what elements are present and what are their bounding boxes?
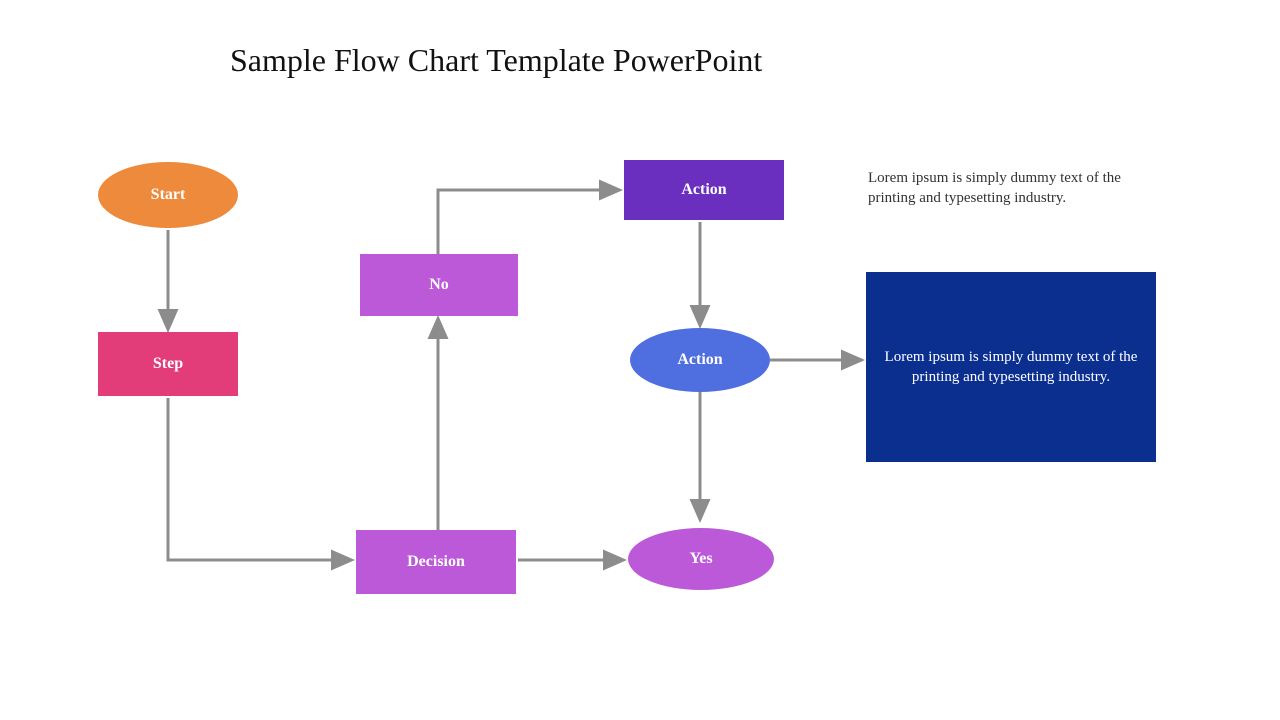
node-action-2-label: Action — [677, 349, 722, 371]
node-decision: Decision — [356, 530, 516, 594]
info-box: Lorem ipsum is simply dummy text of the … — [866, 272, 1156, 462]
node-decision-label: Decision — [407, 551, 465, 573]
node-action-1-label: Action — [681, 179, 726, 201]
flowchart-canvas: Start Step Decision No Yes Action Action… — [0, 0, 1280, 720]
side-note: Lorem ipsum is simply dummy text of the … — [868, 168, 1168, 209]
node-no-label: No — [429, 274, 449, 296]
node-step-label: Step — [153, 353, 183, 375]
node-yes-label: Yes — [689, 548, 712, 570]
node-yes: Yes — [628, 528, 774, 590]
node-action-2: Action — [630, 328, 770, 392]
info-box-text: Lorem ipsum is simply dummy text of the … — [880, 347, 1142, 388]
node-no: No — [360, 254, 518, 316]
node-step: Step — [98, 332, 238, 396]
node-start-label: Start — [151, 184, 186, 206]
node-start: Start — [98, 162, 238, 228]
node-action-1: Action — [624, 160, 784, 220]
